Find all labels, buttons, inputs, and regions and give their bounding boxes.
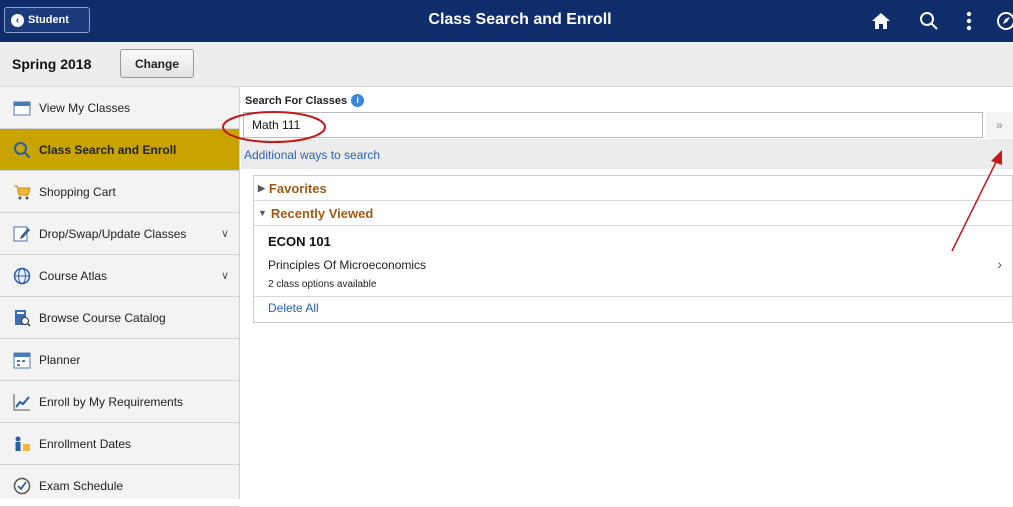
list-item[interactable]: ECON 101 Principles Of Microeconomics 2 …	[254, 226, 1012, 297]
sidebar-item-label: Shopping Cart	[39, 184, 116, 199]
sidebar-item-drop-swap-update[interactable]: Drop/Swap/Update Classes ∨	[0, 213, 239, 255]
sidebar-item-label: Planner	[39, 352, 81, 367]
catalog-icon	[12, 308, 32, 328]
sidebar-item-label: Course Atlas	[39, 268, 108, 283]
planner-icon	[12, 350, 32, 370]
sidebar: View My Classes Class Search and Enroll …	[0, 87, 240, 507]
term-bar: Spring 2018 Change	[0, 42, 1013, 87]
search-input[interactable]	[243, 112, 983, 138]
magnifier-icon	[12, 140, 32, 160]
course-code: ECON 101	[268, 234, 331, 249]
course-options: 2 class options available	[268, 279, 377, 290]
edit-icon	[12, 224, 32, 244]
favorites-label: Favorites	[268, 180, 327, 196]
delete-all-link[interactable]: Delete All	[268, 301, 319, 315]
navbar-icon[interactable]	[993, 8, 1013, 34]
people-icon	[12, 434, 32, 454]
sidebar-item-label: Enrollment Dates	[39, 436, 132, 451]
sidebar-item-label: View My Classes	[39, 100, 131, 115]
header-bar: ‹ Student Class Search and Enroll	[0, 0, 1013, 42]
back-to-student-button[interactable]: ‹ Student	[4, 7, 90, 33]
search-go-button[interactable]: »	[986, 112, 1013, 138]
clock-icon	[12, 476, 32, 496]
course-name: Principles Of Microeconomics	[268, 258, 427, 272]
info-icon[interactable]: i	[351, 94, 365, 107]
kebab-menu-icon[interactable]	[956, 8, 982, 34]
sidebar-item-class-search-and-enroll[interactable]: Class Search and Enroll	[0, 129, 239, 171]
chevron-down-icon[interactable]: ∨	[221, 269, 229, 282]
sidebar-item-label: Enroll by My Requirements	[39, 394, 184, 409]
search-icon[interactable]	[916, 8, 942, 34]
main-content: Search For Classes i » Additional ways t…	[241, 87, 1013, 499]
results-panel: ▶ Favorites ▼ Recently Viewed ECON 101 P…	[253, 175, 1013, 323]
globe-icon	[12, 266, 32, 286]
caret-right-icon: ▶	[258, 182, 265, 193]
sidebar-item-browse-course-catalog[interactable]: Browse Course Catalog	[0, 297, 239, 339]
favorites-section-header[interactable]: ▶ Favorites	[254, 176, 1012, 201]
search-label: Search For Classes i	[245, 94, 365, 107]
chevron-left-icon: ‹	[11, 13, 24, 27]
chevron-right-icon[interactable]: ›	[997, 256, 1002, 272]
recently-viewed-section-header[interactable]: ▼ Recently Viewed	[254, 201, 1012, 226]
page-title: Class Search and Enroll	[428, 11, 612, 28]
delete-all-row: Delete All	[254, 297, 1012, 321]
sidebar-item-label: Class Search and Enroll	[39, 142, 177, 157]
sidebar-item-planner[interactable]: Planner	[0, 339, 239, 381]
recently-viewed-label: Recently Viewed	[270, 205, 374, 221]
back-button-label: Student	[28, 14, 69, 26]
sidebar-item-label: Browse Course Catalog	[39, 310, 166, 325]
cart-icon	[12, 182, 32, 202]
chart-icon	[12, 392, 32, 412]
change-term-button[interactable]: Change	[120, 49, 194, 78]
search-label-text: Search For Classes	[245, 94, 348, 107]
sidebar-item-enrollment-dates[interactable]: Enrollment Dates	[0, 423, 239, 465]
chevron-down-icon[interactable]: ∨	[221, 227, 229, 240]
sidebar-item-view-my-classes[interactable]: View My Classes	[0, 87, 239, 129]
search-options-band: Additional ways to search	[241, 139, 1013, 169]
sidebar-item-shopping-cart[interactable]: Shopping Cart	[0, 171, 239, 213]
sidebar-item-course-atlas[interactable]: Course Atlas ∨	[0, 255, 239, 297]
home-icon[interactable]	[868, 8, 894, 34]
calendar-icon	[12, 98, 32, 118]
term-label: Spring 2018	[12, 56, 92, 72]
sidebar-item-enroll-by-requirements[interactable]: Enroll by My Requirements	[0, 381, 239, 423]
additional-ways-link[interactable]: Additional ways to search	[244, 148, 380, 162]
sidebar-item-exam-schedule[interactable]: Exam Schedule	[0, 465, 239, 507]
sidebar-item-label: Exam Schedule	[39, 478, 124, 493]
caret-down-icon: ▼	[258, 208, 267, 218]
sidebar-item-label: Drop/Swap/Update Classes	[39, 226, 187, 241]
